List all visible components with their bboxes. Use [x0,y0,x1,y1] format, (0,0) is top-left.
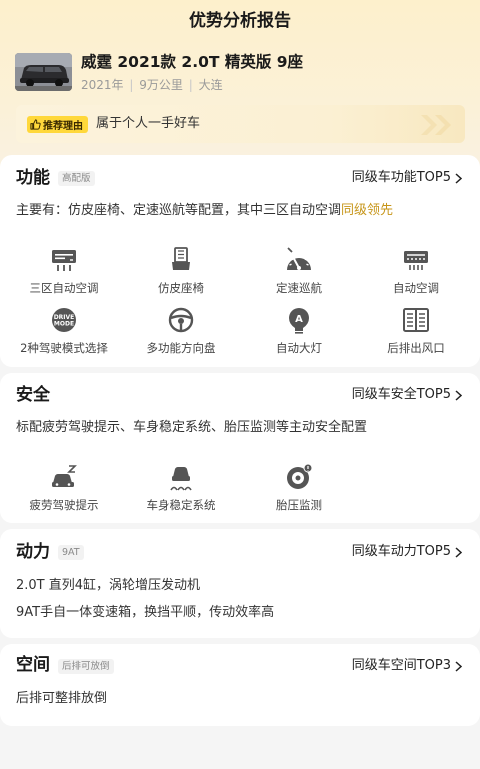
car-year: 2021年 [81,78,124,92]
safety-title: 安全 [16,385,50,405]
rear-vent-icon [403,308,429,332]
chevron-right-icon [455,389,462,401]
chevron-right-icon [455,660,462,672]
double-chevron-decoration-icon [421,115,451,135]
auto-headlight-letter: A [295,314,303,325]
power-top5-link[interactable]: 同级车动力TOP5 [352,543,462,561]
auto-headlight-icon: A [289,308,309,334]
power-top5-label: 同级车动力TOP5 [351,544,451,559]
car-meta: 2021年 | 9万公里 | 大连 [81,78,223,92]
feature-label: 自动大灯 [276,341,322,355]
function-desc: 主要有：仿皮座椅、定速巡航等配置，其中三区自动空调同级领先 [16,201,393,221]
chevron-right-icon [455,546,462,558]
feature-label: 胎压监测 [276,498,322,512]
feature-label: 2种驾驶模式选择 [20,341,108,355]
thumbs-up-icon [30,119,41,130]
function-top5-label: 同级车功能TOP5 [351,170,451,185]
recommend-badge-label: 推荐理由 [43,121,83,132]
feature-label: 三区自动空调 [29,281,99,295]
recommend-reason-text: 属于个人一手好车 [96,116,201,131]
power-title: 动力 [16,542,50,562]
feature-label: 定速巡航 [276,281,322,295]
cruise-control-icon [287,247,311,270]
space-card: 空间 后排可放倒 同级车空间TOP3 后排可整排放倒 [0,644,480,726]
steering-wheel-icon [168,307,194,333]
feature-item[interactable]: 疲劳驾驶提示 [4,463,124,513]
auto-ac-icon [404,251,428,270]
space-desc: 后排可整排放倒 [16,691,108,706]
feature-label: 疲劳驾驶提示 [29,498,99,512]
recommend-reason-bar: 推荐理由 属于个人一手好车 [16,105,465,143]
function-top5-link[interactable]: 同级车功能TOP5 [352,169,462,187]
feature-item[interactable]: 定速巡航 [239,246,359,296]
safety-card: 安全 同级车安全TOP5 标配疲劳驾驶提示、车身稳定系统、胎压监测等主动安全配置… [0,373,480,523]
safety-desc: 标配疲劳驾驶提示、车身稳定系统、胎压监测等主动安全配置 [16,420,368,435]
feature-item[interactable]: 多功能方向盘 [121,306,241,356]
page-title: 优势分析报告 [189,11,291,31]
function-desc-highlight: 同级领先 [341,203,394,218]
feature-item[interactable]: 仿皮座椅 [121,246,241,296]
car-thumbnail[interactable] [15,53,72,91]
function-card: 功能 高配版 同级车功能TOP5 主要有：仿皮座椅、定速巡航等配置，其中三区自动… [0,155,480,367]
space-top3-label: 同级车空间TOP3 [351,658,451,673]
car-city: 大连 [198,78,223,92]
feature-label: 多功能方向盘 [146,341,216,355]
feature-item[interactable]: 胎压监测 [239,463,359,513]
power-tag: 9AT [58,545,84,560]
feature-label: 仿皮座椅 [158,281,204,295]
feature-item[interactable]: DRIVE MODE 2种驾驶模式选择 [4,306,124,356]
feature-label: 后排出风口 [387,341,445,355]
function-desc-text: 主要有：仿皮座椅、定速巡航等配置，其中三区自动空调 [16,203,342,218]
safety-top5-link[interactable]: 同级车安全TOP5 [352,386,462,404]
space-top3-link[interactable]: 同级车空间TOP3 [352,657,462,675]
feature-item[interactable]: A 自动大灯 [239,306,359,356]
safety-top5-label: 同级车安全TOP5 [351,387,451,402]
feature-label: 自动空调 [393,281,439,295]
feature-item[interactable]: 三区自动空调 [4,246,124,296]
power-card: 动力 9AT 同级车动力TOP5 2.0T 直列4缸，涡轮增压发动机 9AT手自… [0,529,480,638]
feature-item[interactable]: 车身稳定系统 [121,463,241,513]
drive-mode-text-2: MODE [54,321,74,328]
fatigue-alert-icon [52,465,77,487]
van-photo-icon [15,53,72,91]
power-line-1: 2.0T 直列4缸，涡轮增压发动机 [16,578,201,593]
recommend-badge: 推荐理由 [27,116,88,133]
function-title: 功能 [16,168,50,188]
space-title: 空间 [16,655,50,675]
power-line-2: 9AT手自一体变速箱，换挡平顺，传动效率高 [16,605,275,620]
leather-seat-icon [172,247,190,270]
drive-mode-icon: DRIVE MODE [52,308,76,332]
stability-control-icon [170,467,192,491]
car-title: 威霆 2021款 2.0T 精英版 9座 [81,53,304,71]
tire-pressure-icon [287,463,313,489]
tri-zone-ac-icon [52,250,76,271]
car-mileage: 9万公里 [139,78,183,92]
space-tag: 后排可放倒 [58,659,114,674]
function-tag: 高配版 [58,171,95,186]
feature-label: 车身稳定系统 [146,498,216,512]
chevron-right-icon [455,172,462,184]
feature-item[interactable]: 自动空调 [356,246,476,296]
feature-item[interactable]: 后排出风口 [356,306,476,356]
